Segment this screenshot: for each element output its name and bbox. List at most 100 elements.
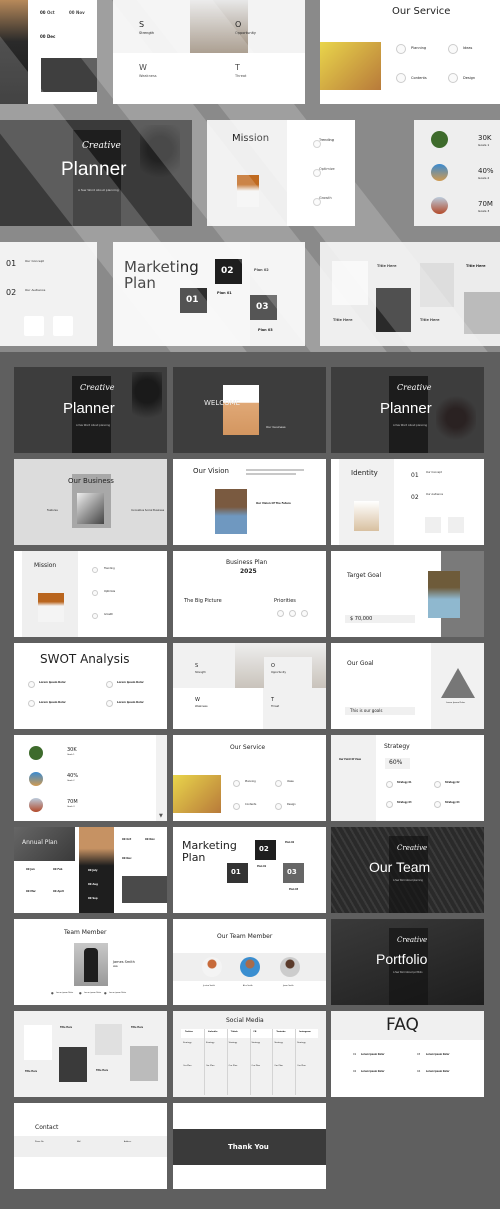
slide-identity[interactable]: Identity 01 Our Concept 02 Our Audience [331,459,484,545]
social-plan-label: Our Plan [228,1065,238,1067]
our-team-subtitle: A few Word About planning [393,879,423,882]
mug-photo [130,1046,158,1081]
faq-num-3: 03 [417,1053,421,1056]
texture-photo [122,876,167,903]
swot-t-label: Lorem Ipsum Dolor [117,701,144,704]
identity-num-1: 01 [411,472,419,479]
welcome-title: WELCOME [204,399,241,407]
strategy-side-panel [331,735,376,821]
slide-cover[interactable]: Creative Planner A few Word About planni… [14,367,167,453]
cover-title: Planner [63,400,115,417]
stat-canyon-photo [431,197,448,214]
slide-business-plan[interactable]: Business Plan 2025 The Big Picture Prior… [173,551,326,637]
cover-script: Creative [397,383,432,392]
tile-01: 01 [227,863,248,883]
service-ideas: Ideas [463,46,473,50]
tile-01-label: 01 [231,868,241,876]
contact-icon-1: ● [51,991,54,995]
slide-cover-2[interactable]: Creative Planner A few Word About planni… [331,367,484,453]
slide-target-goal[interactable]: Target Goal $ 70,000 [331,551,484,637]
target-title: Target Goal [347,572,382,579]
swot-s-label: Strength [195,671,206,674]
stat-label-1: Goals 1 [67,754,75,756]
business-title: Our Business [68,477,114,485]
annual-title: Annual Plan [22,839,58,846]
slide-mission[interactable]: Mission Trending Optimize Growth [14,551,167,637]
slide-our-goal[interactable]: Our Goal Lorem Ipsum Dolor This is our g… [331,643,484,729]
tile-02: 02 [215,259,242,284]
slide-our-team-member[interactable]: Our Team Member Jessica Smith Alex Smith… [173,919,326,1005]
swot-s: S [195,663,199,669]
social-strategy-label: Strategy [251,1042,261,1044]
social-column-divider [226,1029,228,1095]
slide-our-team[interactable]: Creative Our Team A few Word About plann… [331,827,484,913]
woman-photo [428,571,460,618]
contact-title: Contact [35,1124,59,1131]
identity-swatch-2 [448,517,464,533]
social-column-header: FB [253,1031,257,1033]
contact-band [14,1136,167,1157]
slide-faq[interactable]: FAQ 01 Lorem Ipsum Dolor 03 Lorem Ipsum … [331,1011,484,1097]
swot-w-label: Lorem Ipsum Dolor [117,681,144,684]
pen-photo [24,1025,52,1060]
stats-scrollbar [156,735,167,821]
faq-item-1: Lorem Ipsum Dolor [361,1053,385,1056]
faq-num-4: 04 [417,1070,421,1073]
slide-annual-plan[interactable]: Annual Plan 00 Jan 00 Feb 00 Mar 00 Apri… [14,827,167,913]
slide-welcome[interactable]: WELCOME Our business [173,367,326,453]
identity-num-2: 02 [411,494,419,501]
slide-our-business[interactable]: Our Business Features Innovative Social … [14,459,167,545]
swot-o: O [235,20,242,29]
annual-nov: 00 Nov [145,838,155,841]
contact-address: Address [124,1141,132,1143]
faq-item-2: Lorem Ipsum Dolor [361,1070,385,1073]
slide-swot-grid[interactable]: S Strength O Opportunity W Weakness T Th… [173,643,326,729]
swot-s-label: Strength [139,31,155,35]
plan-03-label: Plan 03 [258,328,273,332]
strategy-icon-4 [434,801,441,808]
cover-subtitle: A few Word About planning [393,424,428,427]
slide-our-service[interactable]: Our Service Planning Ideas Contents Desi… [173,735,326,821]
service-contents: Contents [245,803,257,806]
social-column-header: Youtube [276,1031,286,1033]
glass-photo [354,501,379,531]
tile-02: 02 [255,840,276,860]
business-plan-title: Business Plan [226,559,268,566]
slide-marketing-plan[interactable]: Marketing Plan 02 01 03 Plan 02 Plan 01 … [173,827,326,913]
team-member-title: Team Member [64,929,107,936]
identity-num-1: 01 [6,259,17,268]
mission-growth: Growth [104,613,114,616]
growth-icon [92,613,98,619]
member-name-2: Alex Smith [243,985,253,987]
slide-contact[interactable]: Contact Phone No Mail Address [14,1103,167,1189]
stat-value-3: 70M [67,799,78,805]
slide-strategy[interactable]: Our Point Of View Strategy 60% Strategy … [331,735,484,821]
contact-mail: Mail [77,1141,81,1143]
priority-icon-1 [277,610,284,617]
cover-script: Creative [397,936,428,944]
slide-stats[interactable]: 30K Goals 1 40% Goals 2 70M Goals 3 ▼ [14,735,167,821]
social-plan-label: Our Plan [297,1065,306,1067]
member-figure [84,948,98,982]
annual-jan: 00 Jan [26,868,35,871]
service-design: Design [287,803,296,806]
slide-social-media[interactable]: Social Media Twitter Strategy Our Plan Link… [173,1011,326,1097]
cover-subtitle: A few Word About planning [76,424,111,427]
slide-swot-analysis[interactable]: SWOT Analysis Lorem Ipsum Dolor Lorem Ip… [14,643,167,729]
stat-label-1: Goals 1 [478,143,490,147]
bag-photo [320,42,381,90]
slide-team-member[interactable]: Team Member James Smith CEO ● Lorem ipsu… [14,919,167,1005]
slide-portfolio[interactable]: Creative Portfolio A few Word About port… [331,919,484,1005]
tile-03-label: 03 [287,868,297,876]
cover-title: Planner [380,400,432,417]
tile-02-label: 02 [259,845,269,853]
slide-our-vision[interactable]: Our Vision Our Vision Of The Future [173,459,326,545]
identity-label-2: Our Audience [25,288,46,292]
slide-thank-you[interactable]: Thank You [173,1103,326,1189]
social-column-header: Linkedin [207,1031,218,1033]
slide-gallery[interactable]: Title Here Title Here Title Here Title H… [14,1011,167,1097]
stat-value-2: 40% [67,773,79,779]
swot-w: W [195,697,200,703]
service-planning: Planning [245,780,256,783]
faq-title: FAQ [386,1015,419,1035]
